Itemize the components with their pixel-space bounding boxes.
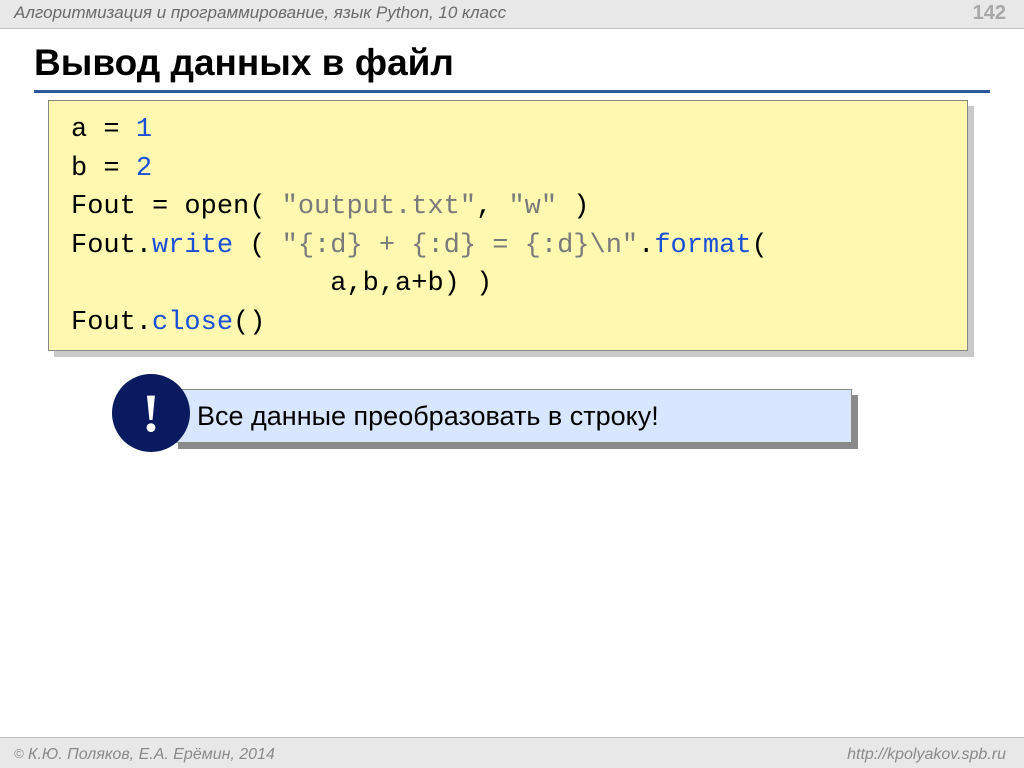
code-text: ,	[476, 192, 508, 222]
note-box: Все данные преобразовать в строку!	[172, 389, 852, 443]
code-text: Fout = open(	[71, 192, 282, 222]
footer-authors: © К.Ю. Поляков, Е.А. Ерёмин, 2014	[14, 746, 275, 764]
code-method: format	[654, 231, 751, 261]
top-bar: Алгоритмизация и программирование, язык …	[0, 0, 1024, 29]
code-text: ()	[233, 308, 265, 338]
code-content: a = 1 b = 2 Fout = open( "output.txt", "…	[71, 111, 951, 343]
footer-bar: © К.Ю. Поляков, Е.А. Ерёмин, 2014 http:/…	[0, 737, 1024, 768]
code-number: 1	[136, 115, 152, 145]
code-string: "{:d} + {:d} = {:d}\n"	[282, 231, 638, 261]
copyright-icon: ©	[14, 746, 24, 761]
code-box: a = 1 b = 2 Fout = open( "output.txt", "…	[48, 100, 968, 351]
code-text: b =	[71, 154, 136, 184]
authors-text: К.Ю. Поляков, Е.А. Ерёмин, 2014	[24, 746, 275, 763]
title-underline	[34, 90, 990, 93]
code-text: (	[752, 231, 768, 261]
code-text: Fout.	[71, 231, 152, 261]
code-method: write	[152, 231, 233, 261]
code-text: a =	[71, 115, 136, 145]
code-text: (	[233, 231, 282, 261]
note-text: Все данные преобразовать в строку!	[197, 401, 659, 432]
slide: Алгоритмизация и программирование, язык …	[0, 0, 1024, 768]
code-string: "output.txt"	[282, 192, 476, 222]
code-number: 2	[136, 154, 152, 184]
footer-url: http://kpolyakov.spb.ru	[847, 746, 1006, 764]
page-number: 142	[973, 2, 1006, 25]
code-string: "w"	[508, 192, 557, 222]
page-title: Вывод данных в файл	[34, 42, 454, 84]
subject-label: Алгоритмизация и программирование, язык …	[14, 3, 506, 23]
code-text: a,b,a+b) )	[71, 269, 492, 299]
exclamation-icon: !	[112, 374, 190, 452]
code-text: )	[557, 192, 589, 222]
code-text: Fout.	[71, 308, 152, 338]
code-text: .	[638, 231, 654, 261]
code-method: close	[152, 308, 233, 338]
